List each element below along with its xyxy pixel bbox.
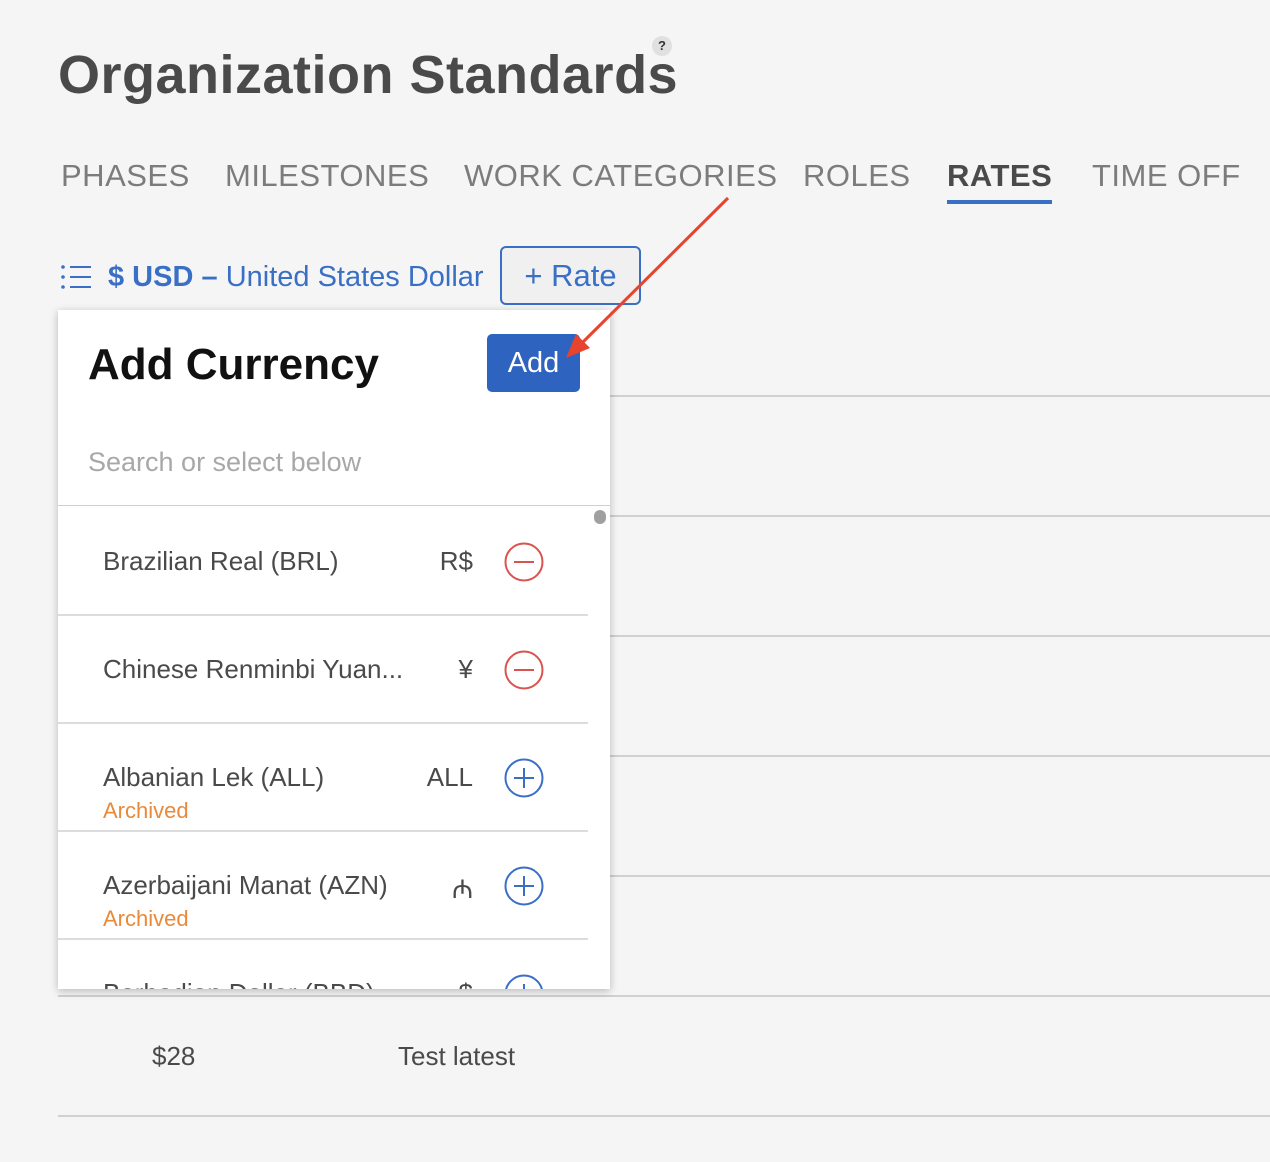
rate-amount: $28 xyxy=(152,1041,196,1071)
currency-item-name: Brazilian Real (BRL) xyxy=(103,546,339,576)
tab-label: PHASES xyxy=(61,158,190,193)
currency-item-name: Albanian Lek (ALL) xyxy=(103,762,325,792)
plus-circle-icon[interactable] xyxy=(504,974,544,989)
archived-label: Archived xyxy=(103,906,189,931)
list-item[interactable]: Azerbaijani Manat (AZN) Archived ₼ xyxy=(58,832,588,940)
currency-item-name: Barbadian Dollar (BBD) xyxy=(103,978,375,989)
tab-roles[interactable]: ROLES xyxy=(803,158,911,194)
minus-circle-icon[interactable] xyxy=(504,650,544,690)
search-divider xyxy=(58,505,610,506)
tab-bar: PHASES MILESTONES WORK CATEGORIES ROLES … xyxy=(0,158,1270,208)
minus-circle-icon[interactable] xyxy=(504,542,544,582)
table-divider xyxy=(58,995,1270,997)
currency-selector[interactable]: $ USD – United States Dollar xyxy=(108,261,484,294)
table-divider xyxy=(610,635,1270,637)
tab-phases[interactable]: PHASES xyxy=(61,158,190,194)
scrollbar-thumb[interactable] xyxy=(594,510,606,524)
currency-search-input[interactable] xyxy=(88,440,578,484)
currency-item-name: Chinese Renminbi Yuan... xyxy=(103,654,404,684)
tab-label: MILESTONES xyxy=(225,158,430,193)
list-item[interactable]: Barbadian Dollar (BBD) $ xyxy=(58,940,588,989)
active-tab-indicator xyxy=(947,200,1053,204)
currency-item-symbol: ALL xyxy=(426,762,473,792)
tab-label: RATES xyxy=(947,158,1053,193)
tab-time-off[interactable]: TIME OFF xyxy=(1092,158,1241,194)
table-divider xyxy=(610,755,1270,757)
currency-item-symbol: $ xyxy=(459,978,473,989)
table-divider xyxy=(610,395,1270,397)
currency-item-name: Azerbaijani Manat (AZN) xyxy=(103,870,388,900)
list-icon[interactable] xyxy=(60,264,92,290)
plus-circle-icon[interactable] xyxy=(504,866,544,906)
list-item[interactable]: Brazilian Real (BRL) R$ xyxy=(58,508,588,616)
currency-list[interactable]: Brazilian Real (BRL) R$ Chinese Renminbi… xyxy=(58,508,588,989)
panel-title: Add Currency xyxy=(88,340,379,389)
add-rate-button[interactable]: + Rate xyxy=(500,246,641,305)
currency-code: $ USD xyxy=(108,261,194,293)
rate-name[interactable]: Test latest xyxy=(398,1041,515,1072)
help-icon[interactable]: ? xyxy=(652,36,672,56)
plus-circle-icon[interactable] xyxy=(504,758,544,798)
tab-label: TIME OFF xyxy=(1092,158,1241,193)
tab-milestones[interactable]: MILESTONES xyxy=(225,158,429,194)
tab-work-categories[interactable]: WORK CATEGORIES xyxy=(464,158,778,194)
currency-item-symbol: ¥ xyxy=(458,654,473,684)
currency-item-symbol: ₼ xyxy=(451,874,473,904)
list-item[interactable]: Chinese Renminbi Yuan... ¥ xyxy=(58,616,588,724)
add-currency-panel: Add Currency Add Brazilian Real (BRL) R$… xyxy=(58,310,610,989)
archived-label: Archived xyxy=(103,798,189,823)
list-item[interactable]: Albanian Lek (ALL) Archived ALL xyxy=(58,724,588,832)
table-divider xyxy=(610,515,1270,517)
currency-separator: – xyxy=(201,261,218,293)
currency-item-symbol: R$ xyxy=(439,546,473,576)
add-button[interactable]: Add xyxy=(487,334,580,392)
tab-label: ROLES xyxy=(803,158,911,193)
currency-name: United States Dollar xyxy=(225,261,484,293)
table-divider xyxy=(58,1115,1270,1117)
tab-label: WORK CATEGORIES xyxy=(464,158,778,193)
tab-rates[interactable]: RATES xyxy=(947,158,1053,204)
page-title: Organization Standards xyxy=(58,45,679,105)
table-divider xyxy=(610,875,1270,877)
